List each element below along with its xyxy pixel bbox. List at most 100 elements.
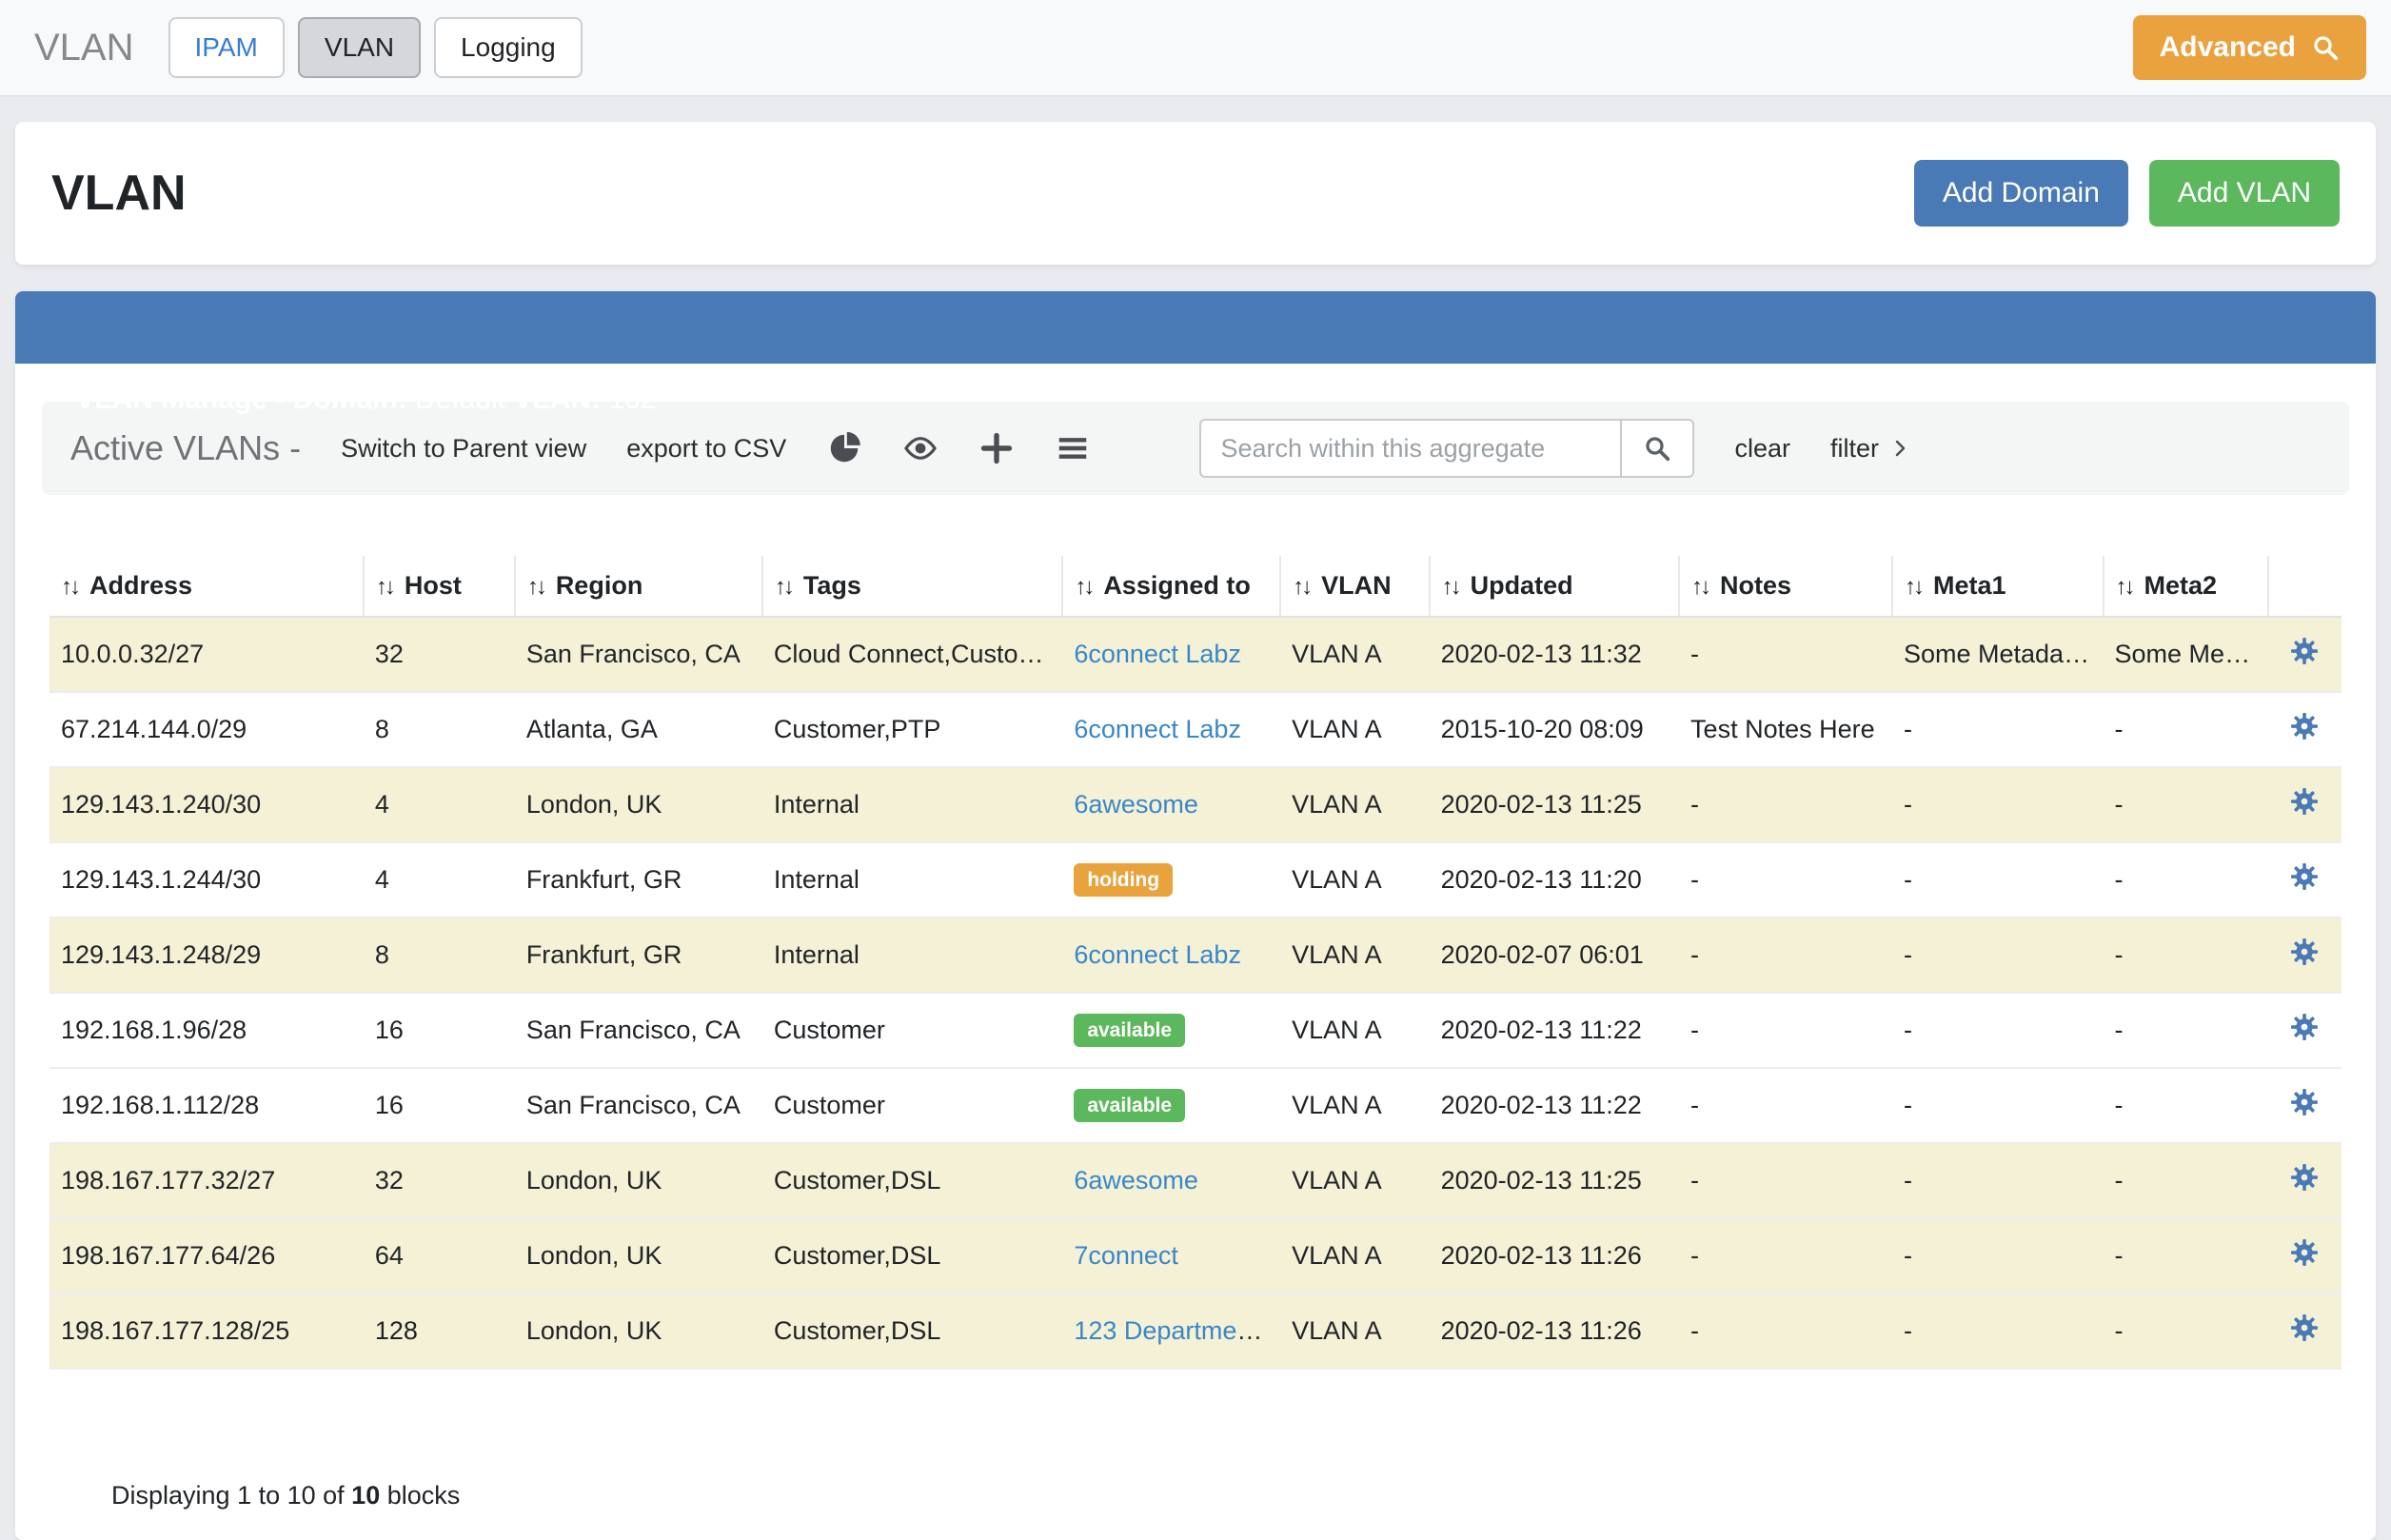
vlan-manage-panel: VLAN Manage - Domain: Default VLAN: 102 …	[15, 291, 2376, 1540]
column-label: Address	[89, 571, 192, 600]
gear-icon[interactable]	[2290, 1163, 2319, 1192]
cell-notes: -	[1679, 1293, 1892, 1369]
assigned-to-link[interactable]: 6connect Labz	[1074, 715, 1241, 743]
search-input[interactable]	[1199, 419, 1620, 478]
assigned-to-link[interactable]: 7connect	[1074, 1241, 1178, 1270]
add-vlan-button[interactable]: Add VLAN	[2149, 160, 2340, 227]
pagination-suffix: blocks	[380, 1481, 460, 1510]
gear-icon[interactable]	[2290, 787, 2319, 816]
gear-icon[interactable]	[2290, 862, 2319, 891]
column-header-assigned-to[interactable]: ↑↓ Assigned to	[1062, 556, 1280, 617]
column-header-host[interactable]: ↑↓ Host	[364, 556, 515, 617]
cell-assigned-to: holding	[1062, 842, 1280, 918]
gear-icon[interactable]	[2290, 938, 2319, 966]
column-label: Region	[556, 571, 643, 600]
sort-icon[interactable]: ↑↓	[527, 574, 544, 601]
cell-actions	[2268, 993, 2342, 1068]
cell-meta2: -	[2104, 692, 2268, 767]
panel-title-manage-label: VLAN Manage - Domain:	[75, 384, 415, 415]
assigned-to-link[interactable]: 6connect Labz	[1074, 640, 1241, 668]
cell-updated: 2020-02-07 06:01	[1430, 918, 1679, 993]
sort-icon[interactable]: ↑↓	[1905, 574, 1922, 601]
filter-link[interactable]: filter	[1830, 434, 1911, 464]
assigned-to-link[interactable]: 6awesome	[1074, 790, 1198, 819]
clear-link[interactable]: clear	[1734, 434, 1790, 464]
cell-notes: -	[1679, 1143, 1892, 1218]
search-button[interactable]	[1620, 419, 1694, 478]
column-header-vlan[interactable]: ↑↓VLAN	[1280, 556, 1430, 617]
cell-host: 8	[364, 918, 515, 993]
column-label: Assigned to	[1103, 571, 1251, 600]
cell-assigned-to: 7connect	[1062, 1218, 1280, 1293]
eye-icon[interactable]	[902, 430, 939, 466]
sort-icon[interactable]: ↑↓	[1075, 574, 1092, 601]
sort-icon[interactable]: ↑↓	[376, 574, 393, 601]
cell-vlan: VLAN A	[1280, 993, 1430, 1068]
cell-updated: 2020-02-13 11:26	[1430, 1218, 1679, 1293]
cell-vlan: VLAN A	[1280, 692, 1430, 767]
gear-icon[interactable]	[2290, 1013, 2319, 1041]
plus-icon[interactable]	[978, 430, 1015, 466]
column-header-updated[interactable]: ↑↓Updated	[1430, 556, 1679, 617]
sort-icon[interactable]: ↑↓	[1293, 574, 1310, 601]
cell-region: London, UK	[515, 1293, 762, 1369]
nav-tab-ipam[interactable]: IPAM	[168, 17, 285, 78]
gear-icon[interactable]	[2290, 1238, 2319, 1267]
hamburger-menu-icon[interactable]	[1055, 430, 1091, 466]
column-header-notes[interactable]: ↑↓Notes	[1679, 556, 1892, 617]
gear-icon[interactable]	[2290, 1313, 2319, 1342]
filter-label: filter	[1830, 434, 1879, 464]
cell-assigned-to: 6awesome	[1062, 767, 1280, 842]
search-area	[1199, 419, 1694, 478]
column-label: Host	[405, 571, 462, 600]
switch-parent-view-link[interactable]: Switch to Parent view	[341, 434, 586, 464]
assigned-to-link[interactable]: 123 Department…	[1074, 1316, 1280, 1345]
cell-meta2: -	[2104, 1293, 2268, 1369]
cell-meta1: -	[1892, 1143, 2104, 1218]
table-row: 198.167.177.128/25 128 London, UK Custom…	[49, 1293, 2342, 1369]
gear-icon[interactable]	[2290, 1088, 2319, 1116]
cell-updated: 2020-02-13 11:25	[1430, 767, 1679, 842]
status-badge: holding	[1074, 863, 1173, 897]
cell-actions	[2268, 767, 2342, 842]
pagination-count: 10	[351, 1481, 380, 1510]
sort-icon[interactable]: ↑↓	[775, 574, 792, 601]
panel-title-domain-value: Default	[415, 384, 513, 415]
panel-title-vlan-label: VLAN:	[513, 384, 608, 415]
sort-icon[interactable]: ↑↓	[61, 574, 78, 601]
column-header-address[interactable]: ↑↓ Address	[49, 556, 364, 617]
export-csv-link[interactable]: export to CSV	[626, 434, 786, 464]
cell-assigned-to: 6connect Labz	[1062, 692, 1280, 767]
nav-tab-logging[interactable]: Logging	[434, 17, 583, 78]
cell-updated: 2020-02-13 11:26	[1430, 1293, 1679, 1369]
sort-icon[interactable]: ↑↓	[1442, 574, 1459, 601]
cell-region: San Francisco, CA	[515, 993, 762, 1068]
add-domain-button[interactable]: Add Domain	[1914, 160, 2128, 227]
sort-icon[interactable]: ↑↓	[2116, 574, 2133, 601]
cell-updated: 2020-02-13 11:22	[1430, 1068, 1679, 1143]
column-header-region[interactable]: ↑↓ Region	[515, 556, 762, 617]
cell-meta1: -	[1892, 842, 2104, 918]
cell-tags: Internal	[762, 842, 1062, 918]
cell-address: 129.143.1.240/30	[49, 767, 364, 842]
panel-title-vlan-value: 102	[608, 384, 656, 415]
assigned-to-link[interactable]: 6awesome	[1074, 1166, 1198, 1194]
table-row: 67.214.144.0/29 8 Atlanta, GA Customer,P…	[49, 692, 2342, 767]
search-icon	[1643, 434, 1671, 463]
pie-chart-icon[interactable]	[826, 430, 862, 466]
column-header-tags[interactable]: ↑↓Tags	[762, 556, 1062, 617]
advanced-search-label: Advanced	[2160, 31, 2296, 64]
panel-body: Active VLANs - Switch to Parent view exp…	[15, 364, 2376, 1540]
gear-icon[interactable]	[2290, 637, 2319, 665]
assigned-to-link[interactable]: 6connect Labz	[1074, 940, 1241, 969]
nav-tab-vlan[interactable]: VLAN	[298, 17, 421, 78]
sort-icon[interactable]: ↑↓	[1691, 574, 1709, 601]
cell-host: 4	[364, 767, 515, 842]
column-header-meta1[interactable]: ↑↓Meta1	[1892, 556, 2104, 617]
cell-meta2: -	[2104, 1068, 2268, 1143]
column-header-meta2[interactable]: ↑↓Meta2	[2104, 556, 2268, 617]
cell-assigned-to: available	[1062, 1068, 1280, 1143]
advanced-search-button[interactable]: Advanced	[2133, 15, 2366, 80]
gear-icon[interactable]	[2290, 712, 2319, 740]
cell-notes: -	[1679, 617, 1892, 692]
